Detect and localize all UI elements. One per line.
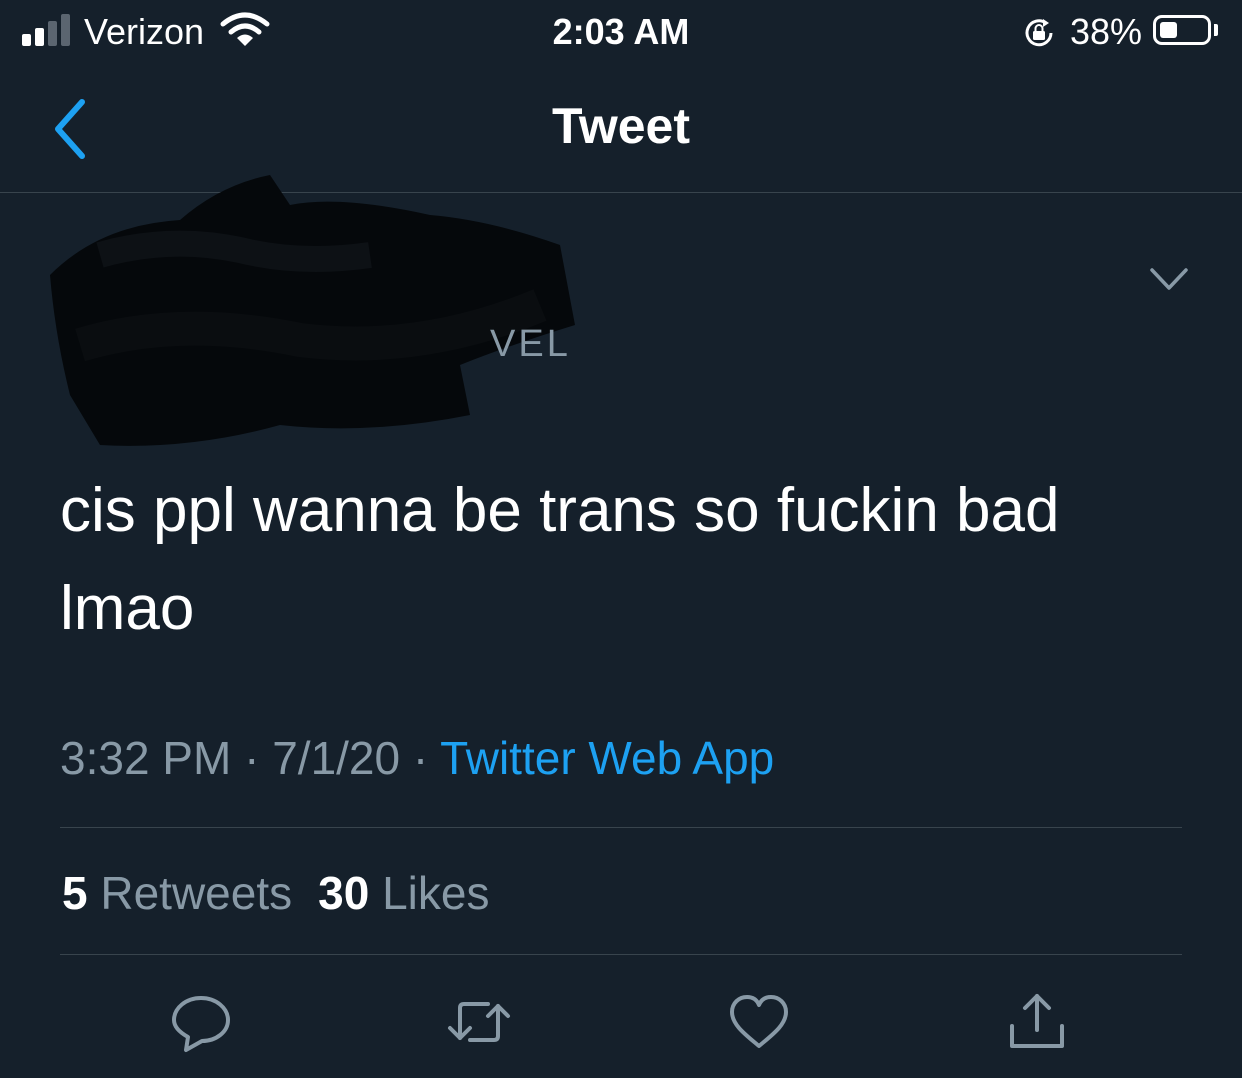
battery-level	[1160, 22, 1177, 38]
tweet-options-button[interactable]	[1148, 262, 1190, 296]
tweet-stats: 5 Retweets 30 Likes	[62, 865, 489, 921]
retweet-icon	[448, 1002, 510, 1042]
rotation-lock-icon	[1025, 19, 1053, 47]
reply-button[interactable]	[168, 990, 234, 1054]
tweet-text: cis ppl wanna be trans so fuckin bad lma…	[60, 476, 1060, 643]
meta-separator: ·	[400, 732, 441, 784]
like-button[interactable]	[726, 990, 792, 1054]
likes-count: 30	[318, 867, 370, 919]
likes-stat[interactable]: 30 Likes	[318, 867, 489, 919]
retweets-stat[interactable]: 5 Retweets	[62, 867, 292, 919]
tweet-meta: 3:32 PM · 7/1/20 · Twitter Web App	[60, 730, 774, 786]
author-handle-partial: VEL	[490, 323, 571, 365]
battery-icon	[1153, 15, 1211, 45]
share-icon	[1010, 994, 1064, 1048]
reply-icon	[172, 996, 230, 1052]
divider	[60, 827, 1182, 828]
status-bar: Verizon 2:03 AM 38%	[0, 0, 1242, 64]
meta-separator: ·	[231, 732, 273, 784]
battery-cap	[1214, 24, 1218, 36]
heart-icon	[730, 995, 788, 1048]
tweet-time: 3:32 PM	[60, 732, 232, 784]
page-title: Tweet	[552, 98, 690, 154]
redaction-scribble	[50, 175, 575, 446]
divider	[60, 954, 1182, 955]
chevron-down-icon	[1150, 268, 1188, 290]
share-button[interactable]	[1004, 990, 1070, 1054]
retweet-button[interactable]	[446, 990, 512, 1054]
likes-label: Likes	[382, 867, 490, 919]
tweet-source-link[interactable]: Twitter Web App	[440, 732, 774, 784]
tweet-date: 7/1/20	[272, 732, 401, 784]
retweets-count: 5	[62, 867, 88, 919]
retweets-label: Retweets	[100, 867, 293, 919]
battery-percent: 38%	[1070, 11, 1143, 52]
